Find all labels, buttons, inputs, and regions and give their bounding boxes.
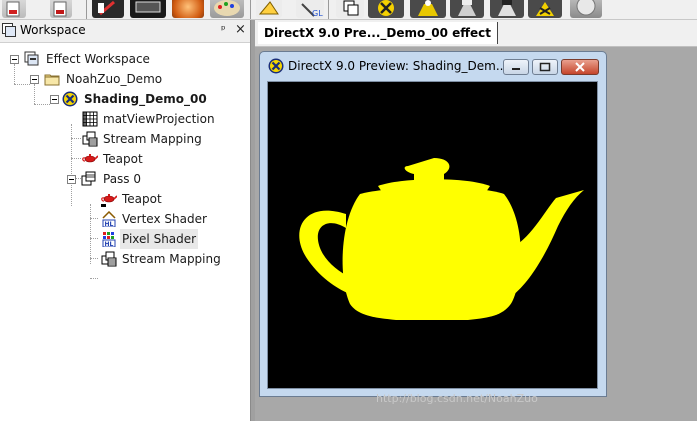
- preview-viewport[interactable]: [267, 81, 598, 389]
- pass-icon: [81, 171, 96, 186]
- svg-text:HL: HL: [105, 241, 114, 247]
- main-toolbar: GL: [0, 0, 697, 20]
- tree-item-label: Shading_Demo_00: [84, 92, 207, 106]
- tree-item-label: Pass 0: [103, 172, 142, 186]
- teapot-lid-knob: [404, 158, 450, 182]
- tree-item-label: Stream Mapping: [122, 252, 221, 266]
- maximize-button[interactable]: [532, 59, 558, 75]
- tree-item-effect-workspace[interactable]: Effect Workspace: [0, 49, 250, 69]
- svg-text:GL: GL: [312, 9, 323, 18]
- pixel-shader-icon: HL: [102, 232, 116, 247]
- tree-item-label: Teapot: [103, 152, 143, 166]
- tree-item-label: matViewProjection: [103, 112, 215, 126]
- document-tabbar: DirectX 9.0 Pre..._Demo_00 effect: [255, 20, 697, 47]
- shader-file-icon[interactable]: [2, 0, 26, 18]
- gl-tool-icon[interactable]: GL: [296, 0, 324, 18]
- watermark-text: http://blog.csdn.net/NoahZuo: [376, 392, 538, 405]
- camera-film-icon[interactable]: [490, 0, 524, 18]
- tree-item-stream-mapping[interactable]: Stream Mapping: [0, 249, 250, 269]
- camera-run-icon[interactable]: [410, 0, 446, 18]
- tree-item-label: Stream Mapping: [103, 132, 202, 146]
- svg-text:HL: HL: [105, 221, 114, 227]
- shape-tool-icon[interactable]: [256, 0, 282, 18]
- directx-icon: [268, 58, 284, 74]
- tree-item-pixel-shader[interactable]: HL Pixel Shader: [0, 229, 250, 249]
- teapot-icon: [82, 154, 98, 163]
- render-target-icon[interactable]: [130, 0, 166, 18]
- workspace-header: Workspace ᵖ ×: [0, 20, 250, 43]
- tree-item-vertex-shader[interactable]: HL Vertex Shader: [0, 209, 250, 229]
- tree-item-stream-mapping[interactable]: Stream Mapping: [0, 129, 250, 149]
- effect-workspace-icon: [24, 51, 39, 66]
- directx-run-icon[interactable]: [368, 0, 404, 18]
- tree-item-model[interactable]: Teapot: [0, 189, 250, 209]
- tree-item-variable[interactable]: matViewProjection: [0, 109, 250, 129]
- material-icon[interactable]: [172, 0, 204, 18]
- tree-item-pass[interactable]: Pass 0: [0, 169, 250, 189]
- palette-icon[interactable]: [210, 0, 244, 18]
- vertex-shader-icon: HL: [102, 211, 116, 227]
- effect-file-icon[interactable]: [50, 0, 72, 18]
- tree-item-model[interactable]: Teapot: [0, 149, 250, 169]
- directx-effect-icon: [62, 91, 78, 107]
- pin-icon[interactable]: ᵖ: [221, 23, 226, 36]
- workspace-title: Workspace: [20, 23, 86, 37]
- collapse-toggle[interactable]: [50, 95, 59, 104]
- tree-item-label: NoahZuo_Demo: [66, 72, 163, 86]
- tab-effect-preview[interactable]: DirectX 9.0 Pre..._Demo_00 effect: [258, 22, 498, 44]
- maximize-icon: [539, 62, 551, 72]
- close-button[interactable]: [561, 59, 599, 75]
- folder-icon: [44, 74, 60, 86]
- teapot-icon: [101, 194, 117, 207]
- directx-alt-icon[interactable]: [528, 0, 562, 18]
- sphere-icon[interactable]: [570, 0, 602, 18]
- teapot-body: [342, 187, 521, 320]
- close-icon[interactable]: ×: [235, 22, 246, 37]
- close-icon: [575, 62, 585, 72]
- minimize-icon: [512, 68, 520, 70]
- collapse-toggle[interactable]: [30, 75, 39, 84]
- tree-item-label: Vertex Shader: [122, 212, 207, 226]
- collapse-toggle[interactable]: [67, 175, 76, 184]
- copy-layers-icon[interactable]: [336, 0, 364, 18]
- matrix-icon: [82, 111, 98, 127]
- tree-item-label: Teapot: [122, 192, 162, 206]
- workspace-pane: Workspace ᵖ × Effect Workspace NoahZuo_D…: [0, 20, 251, 421]
- tree-item-project[interactable]: NoahZuo_Demo: [0, 69, 250, 89]
- camera-icon[interactable]: [450, 0, 484, 18]
- preview-window-title: DirectX 9.0 Preview: Shading_Dem...: [288, 59, 508, 73]
- teapot-render: [299, 158, 584, 320]
- workspace-icon: [2, 23, 16, 37]
- tree-item-effect[interactable]: Shading_Demo_00: [0, 89, 250, 109]
- paint-edit-icon[interactable]: [92, 0, 124, 18]
- collapse-toggle[interactable]: [10, 55, 19, 64]
- stream-mapping-icon: [82, 131, 98, 147]
- preview-window[interactable]: DirectX 9.0 Preview: Shading_Dem...: [259, 51, 607, 397]
- stream-mapping-icon: [101, 251, 117, 267]
- minimize-button[interactable]: [503, 59, 529, 75]
- tree-item-label: Effect Workspace: [46, 52, 150, 66]
- tree-item-label: Pixel Shader: [120, 229, 199, 249]
